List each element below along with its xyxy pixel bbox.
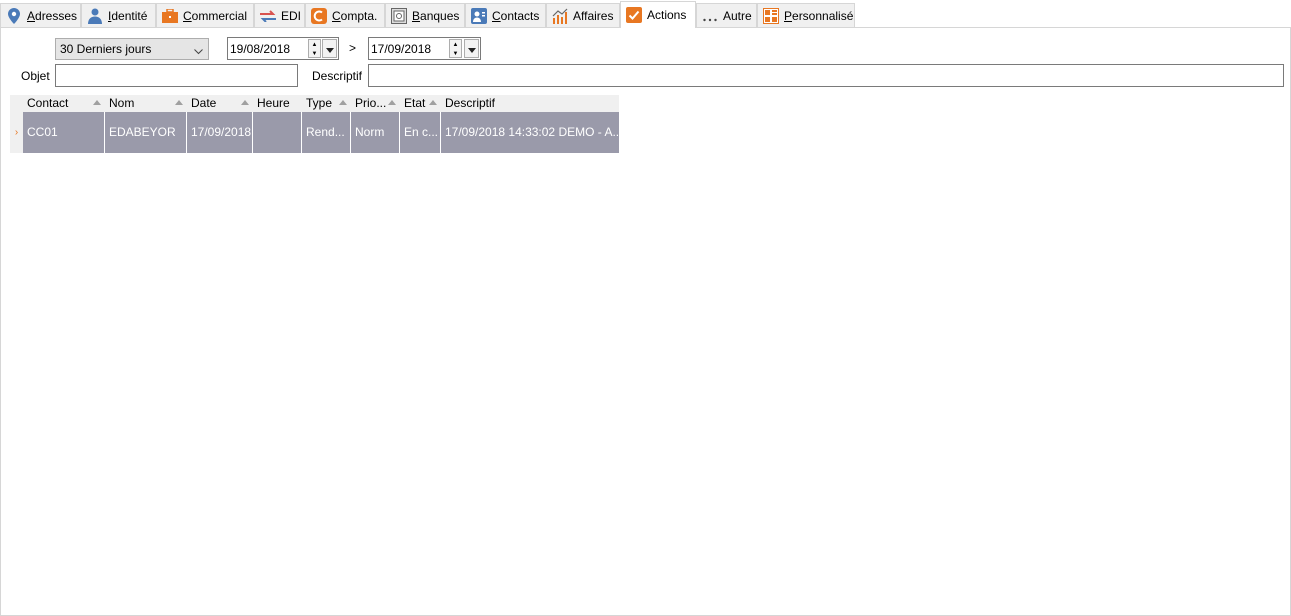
column-header-descriptif[interactable]: Descriptif <box>441 95 619 112</box>
sort-arrow-icon <box>388 100 396 105</box>
actions-grid: Contact Nom Date Heure Type Prio... Etat… <box>10 95 619 153</box>
column-header-date[interactable]: Date <box>187 95 253 112</box>
tab-compta[interactable]: Compta. <box>305 3 385 28</box>
tab-label: Affaires <box>573 9 614 23</box>
row-indicator-icon: › <box>10 112 23 153</box>
sort-arrow-icon <box>175 100 183 105</box>
cell-type[interactable]: Rend... <box>302 112 351 153</box>
sort-arrow-icon <box>339 100 347 105</box>
date-from-value: 19/08/2018 <box>230 41 291 56</box>
spin-down-icon[interactable]: ▼ <box>309 49 320 58</box>
descriptif-input[interactable] <box>368 64 1284 87</box>
period-select[interactable]: 30 Derniers jours <box>55 38 209 60</box>
column-header-etat[interactable]: Etat <box>400 95 441 112</box>
date-to-spinner[interactable]: ▲ ▼ <box>449 39 462 58</box>
tab-personnalise[interactable]: Personnalisé <box>757 3 855 28</box>
person-icon <box>87 8 103 24</box>
column-header-contact[interactable]: Contact <box>23 95 105 112</box>
dropdown-arrow-icon <box>467 42 476 56</box>
location-pin-icon <box>6 8 22 24</box>
date-from-field[interactable]: 19/08/2018 ▲ ▼ <box>227 37 339 60</box>
date-from-spinner[interactable]: ▲ ▼ <box>308 39 321 58</box>
tab-commercial[interactable]: Commercial <box>156 3 254 28</box>
date-to-calendar-button[interactable] <box>464 39 479 58</box>
tab-label: Autre <box>723 9 752 23</box>
cell-priorite[interactable]: Norm <box>351 112 400 153</box>
grid-header: Contact Nom Date Heure Type Prio... Etat… <box>10 95 619 112</box>
contact-card-icon <box>471 8 487 24</box>
date-range-separator: > <box>349 41 357 55</box>
table-row[interactable]: › CC01 EDABEYOR 17/09/2018 Rend... Norm … <box>10 112 619 153</box>
descriptif-label: Descriptif <box>312 69 363 83</box>
period-value: 30 Derniers jours <box>60 42 152 56</box>
chart-growth-icon <box>552 8 568 24</box>
tab-label: Contacts <box>492 9 540 23</box>
tab-actions[interactable]: Actions <box>620 1 696 28</box>
column-header-heure[interactable]: Heure <box>253 95 302 112</box>
tab-contacts[interactable]: Contacts <box>465 3 546 28</box>
tab-label: Personnalisé <box>784 9 854 23</box>
cell-etat[interactable]: En c... <box>400 112 441 153</box>
spin-up-icon[interactable]: ▲ <box>309 40 320 49</box>
tab-label: Actions <box>647 8 687 22</box>
checkbox-icon <box>626 7 642 23</box>
column-header-type[interactable]: Type <box>302 95 351 112</box>
tab-bar: Adresses Identité Commercial EDI Compta.… <box>0 0 1291 28</box>
tab-autre[interactable]: Autre <box>696 3 757 28</box>
date-from-calendar-button[interactable] <box>322 39 337 58</box>
tab-label: EDI <box>281 9 302 23</box>
date-to-field[interactable]: 17/09/2018 ▲ ▼ <box>368 37 481 60</box>
dropdown-arrow-icon <box>325 42 334 56</box>
chevron-down-icon <box>194 44 203 58</box>
tab-label: Banques <box>412 9 460 23</box>
safe-icon <box>391 8 407 24</box>
column-header-priorite[interactable]: Prio... <box>351 95 400 112</box>
sort-arrow-icon <box>93 100 101 105</box>
tab-label: Identité <box>108 9 148 23</box>
tab-label: Commercial <box>183 9 248 23</box>
spin-up-icon[interactable]: ▲ <box>450 40 461 49</box>
exchange-arrows-icon <box>260 8 276 24</box>
cell-descriptif[interactable]: 17/09/2018 14:33:02 DEMO - A... <box>441 112 619 153</box>
cell-heure[interactable] <box>253 112 302 153</box>
tab-banques[interactable]: Banques <box>385 3 465 28</box>
objet-label: Objet <box>21 69 50 83</box>
cell-date[interactable]: 17/09/2018 <box>187 112 253 153</box>
cell-contact[interactable]: CC01 <box>23 112 105 153</box>
objet-input[interactable] <box>55 64 298 87</box>
tab-identite[interactable]: Identité <box>81 3 156 28</box>
tab-label: Compta. <box>332 9 378 23</box>
ellipsis-icon <box>702 8 718 24</box>
tab-adresses[interactable]: Adresses <box>0 3 81 28</box>
cell-nom[interactable]: EDABEYOR <box>105 112 187 153</box>
column-header-nom[interactable]: Nom <box>105 95 187 112</box>
custom-grid-icon <box>763 8 779 24</box>
sort-arrow-icon <box>241 100 249 105</box>
tab-affaires[interactable]: Affaires <box>546 3 620 28</box>
accounting-icon <box>311 8 327 24</box>
briefcase-icon <box>162 8 178 24</box>
spin-down-icon[interactable]: ▼ <box>450 49 461 58</box>
sort-arrow-icon <box>429 100 437 105</box>
tab-label: Adresses <box>27 9 78 23</box>
date-to-value: 17/09/2018 <box>371 41 432 56</box>
tab-edi[interactable]: EDI <box>254 3 305 28</box>
